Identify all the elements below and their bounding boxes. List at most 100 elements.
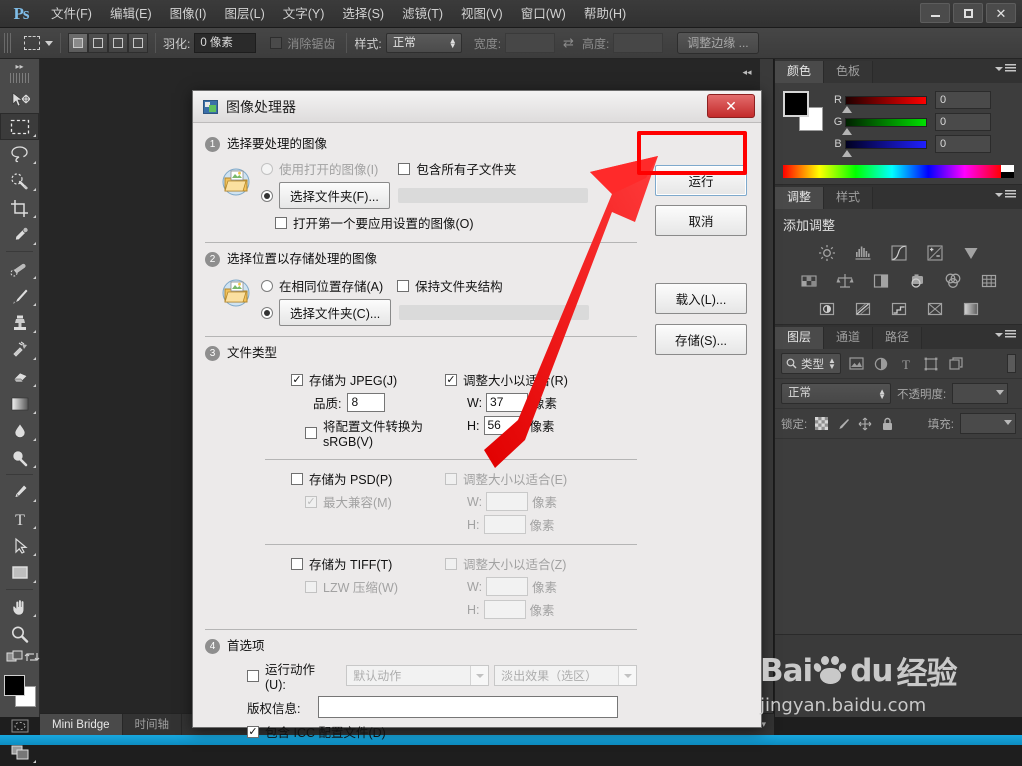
color-lookup-icon[interactable] [978,271,1000,291]
clone-stamp-tool[interactable] [0,309,39,336]
menu-edit[interactable]: 编辑(E) [101,0,161,28]
load-button[interactable]: 载入(L)... [655,283,747,314]
lock-pixels-icon[interactable] [835,416,851,432]
tiff-height-input[interactable] [483,600,526,619]
spectrum-white-black[interactable] [1001,165,1014,178]
jpeg-height-input[interactable]: 56 [483,416,526,435]
antialias-checkbox[interactable] [270,37,283,49]
brush-tool[interactable] [0,282,39,309]
photo-filter-icon[interactable] [906,271,928,291]
menu-filter[interactable]: 滤镜(T) [393,0,452,28]
layers-panel-menu-button[interactable] [995,330,1016,339]
save-settings-button[interactable]: 存储(S)... [655,324,747,355]
adjustments-panel-menu-button[interactable] [995,190,1016,199]
open-first-image-row[interactable]: 打开第一个要应用设置的图像(O) [261,213,637,232]
color-panel-swatches[interactable] [783,91,823,131]
run-action-checkbox[interactable] [247,669,259,682]
pen-tool[interactable] [0,478,39,505]
zoom-tool[interactable] [0,620,39,647]
rectangular-marquee-tool[interactable] [0,113,39,140]
color-slider-r[interactable]: R 0 [831,91,1016,113]
color-panel-foreground-swatch[interactable] [783,91,809,117]
lock-position-icon[interactable] [857,416,873,432]
new-selection-button[interactable] [68,33,88,53]
hand-tool[interactable] [0,593,39,620]
smart-object-filter-icon[interactable] [947,354,966,373]
color-balance-icon[interactable] [834,271,856,291]
move-tool[interactable] [0,86,39,113]
jpeg-srgb-checkbox[interactable] [305,426,317,439]
run-button[interactable]: 运行 [655,165,747,196]
red-ramp[interactable] [842,95,927,113]
blend-mode-select[interactable]: 正常 ▲ ▼ [781,383,891,404]
lasso-tool[interactable] [0,140,39,167]
close-button[interactable]: ✕ [986,3,1016,23]
tool-preset-chevron-icon[interactable] [45,40,53,46]
feather-input[interactable]: 0 像素 [194,33,257,53]
blur-tool[interactable] [0,417,39,444]
psd-resize-row[interactable]: 调整大小以适合(E) [445,469,637,488]
action-select[interactable]: 淡出效果（选区） [494,665,638,686]
vibrance-icon[interactable] [960,243,982,263]
select-folder-radio-2[interactable] [261,306,273,319]
swap-colors-icon[interactable] [24,649,40,670]
edit-in-quick-mask-icon[interactable] [6,649,24,670]
posterize-icon[interactable] [852,299,874,319]
rectangular-marquee-icon[interactable] [24,36,40,50]
copyright-input[interactable] [318,696,619,718]
save-psd-row[interactable]: 存储为 PSD(P) [291,469,433,488]
psd-resize-checkbox[interactable] [445,472,457,485]
tiff-lzw-checkbox[interactable] [305,580,317,593]
history-brush-tool[interactable] [0,336,39,363]
foreground-background-color-swatch[interactable] [3,674,37,708]
lock-all-icon[interactable] [879,416,895,432]
menu-view[interactable]: 视图(V) [452,0,512,28]
healing-brush-tool[interactable] [0,255,39,282]
layers-list[interactable] [775,439,1022,639]
tiff-width-input[interactable] [486,577,529,596]
tab-timeline[interactable]: 时间轴 [123,713,183,736]
use-open-images-radio[interactable] [261,162,273,175]
save-jpeg-checkbox[interactable]: ✓ [291,373,303,386]
jpeg-resize-checkbox[interactable]: ✓ [445,373,457,386]
save-same-location-row[interactable]: 在相同位置存储(A) 保持文件夹结构 [261,276,637,295]
tiff-resize-checkbox[interactable] [445,557,457,570]
tab-styles[interactable]: 样式 [824,187,874,209]
tab-mini-bridge[interactable]: Mini Bridge [40,713,123,736]
blue-ramp[interactable] [842,139,927,157]
eyedropper-tool[interactable] [0,221,39,248]
dock-collapse-icon[interactable]: ◂◂ [735,65,759,79]
quick-selection-tool[interactable] [0,167,39,194]
save-tiff-checkbox[interactable] [291,557,303,570]
add-to-selection-button[interactable] [88,33,108,53]
fill-input[interactable] [960,413,1016,434]
save-psd-checkbox[interactable] [291,472,303,485]
shape-filter-icon[interactable] [922,354,941,373]
use-open-images-row[interactable]: 使用打开的图像(I) 包含所有子文件夹 [261,159,637,178]
invert-icon[interactable] [816,299,838,319]
selective-color-icon[interactable] [924,299,946,319]
blue-slider-thumb[interactable] [842,149,852,157]
levels-icon[interactable] [852,243,874,263]
path-selection-tool[interactable] [0,532,39,559]
jpeg-width-input[interactable]: 37 [486,393,529,412]
red-slider-thumb[interactable] [842,105,852,113]
cancel-button[interactable]: 取消 [655,205,747,236]
action-set-select[interactable]: 默认动作 [346,665,490,686]
keep-folder-structure-checkbox[interactable] [397,279,410,292]
color-spectrum-bar[interactable] [783,165,1014,178]
width-input[interactable] [505,33,556,53]
layer-filter-toggle[interactable] [1007,354,1016,373]
black-white-icon[interactable] [870,271,892,291]
psd-width-input[interactable] [486,492,529,511]
refine-edge-button[interactable]: 调整边缘 ... [677,32,759,54]
minimize-button[interactable] [920,3,950,23]
tab-paths[interactable]: 路径 [873,327,923,349]
include-icc-row[interactable]: ✓ 包含 ICC 配置文件(D) [205,722,637,741]
green-slider-thumb[interactable] [842,127,852,135]
green-value-input[interactable]: 0 [935,113,991,131]
select-folder-radio-1[interactable] [261,189,273,202]
crop-tool[interactable] [0,194,39,221]
gradient-tool[interactable] [0,390,39,417]
eraser-tool[interactable] [0,363,39,390]
